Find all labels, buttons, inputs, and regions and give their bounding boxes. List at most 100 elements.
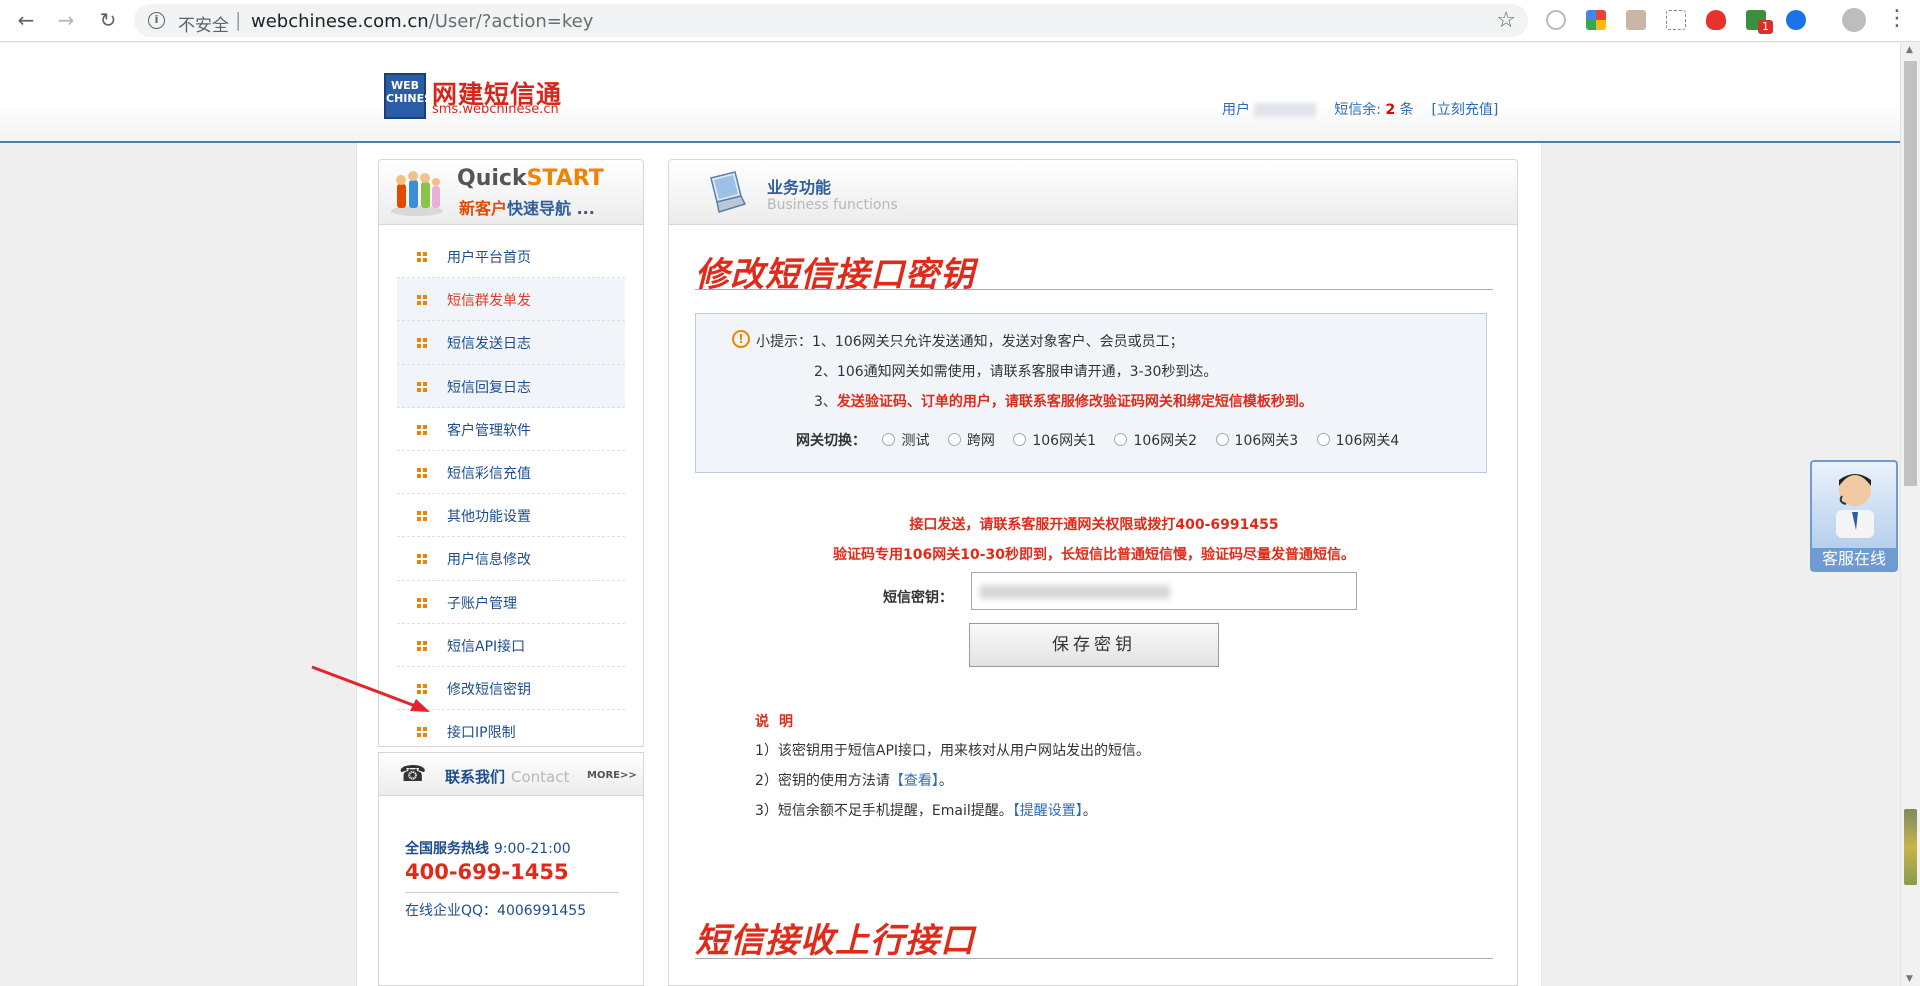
sidebar: QuickSTART 新客户快速导航 ... 用户平台首页 短信群发单发 短信发送日… (378, 159, 644, 986)
gateway-option-106-1[interactable]: 106网关1 (1013, 433, 1096, 449)
bullet-icon (417, 640, 427, 651)
sidebar-item[interactable]: 短信群发单发 (397, 278, 625, 322)
bullet-icon (417, 467, 427, 478)
radio-icon[interactable] (1316, 433, 1330, 446)
quickstart-title: QuickSTART (457, 166, 604, 191)
contact-more-link[interactable]: MORE>> (587, 770, 637, 781)
gateway-option-test[interactable]: 测试 (882, 433, 929, 449)
sidebar-item-label: 短信回复日志 (447, 379, 531, 396)
page-scrollbar[interactable]: ▲ ▼ (1900, 43, 1920, 986)
site-logo[interactable]: WEB CHINESE 网建短信通 sms.webchinese.cn (384, 73, 569, 119)
reload-icon[interactable]: ↻ (96, 8, 120, 32)
radio-icon[interactable] (882, 433, 896, 446)
bookmark-star-icon[interactable]: ☆ (1496, 8, 1516, 33)
description-line-1: 1）该密钥用于短信API接口，用来核对从用户网站发出的短信。 (755, 743, 1151, 759)
hotline-number: 400-699-1455 (405, 860, 569, 884)
online-service-label: 客服在线 (1812, 548, 1896, 570)
sidebar-item[interactable]: 短信彩信充值 (397, 451, 625, 495)
bullet-icon (417, 554, 427, 565)
bullet-icon (417, 295, 427, 306)
sidebar-item[interactable]: 用户平台首页 (397, 235, 625, 279)
side-widget-icon[interactable] (1904, 809, 1917, 885)
scroll-down-icon[interactable]: ▼ (1906, 974, 1913, 984)
sidebar-item[interactable]: 子账户管理 (397, 581, 625, 624)
sidebar-item-label: 客户管理软件 (447, 422, 531, 439)
contact-title: 联系我们 Contact (445, 768, 570, 786)
key-value-blurred (980, 585, 1170, 599)
profile-avatar-icon[interactable] (1842, 8, 1866, 32)
save-key-button[interactable]: 保存密钥 (969, 623, 1219, 667)
sidebar-item-label: 短信彩信充值 (447, 465, 531, 482)
sms-label: 短信余: (1334, 102, 1381, 118)
sms-count: 2 (1385, 102, 1396, 118)
info-icon[interactable]: i (148, 12, 165, 29)
section-rule (695, 958, 1493, 959)
sidebar-item-label: 短信群发单发 (447, 293, 531, 310)
sidebar-item-label: 子账户管理 (447, 595, 517, 612)
bullet-icon (417, 338, 427, 349)
gateway-option-cross[interactable]: 跨网 (947, 433, 995, 449)
key-input[interactable] (971, 572, 1357, 610)
insecure-label: 不安全 (178, 16, 229, 36)
divider (405, 892, 619, 893)
sidebar-item-label: 短信发送日志 (447, 336, 531, 353)
sidebar-item[interactable]: 其他功能设置 (397, 494, 625, 538)
service-agent-avatar (1836, 474, 1874, 538)
logo-en-text: sms.webchinese.cn (432, 102, 559, 117)
reminder-settings-link[interactable]: 【提醒设置】 (1013, 803, 1083, 819)
tip-line-3: 3、发送验证码、订单的用户，请联系客服修改验证码网关和绑定短信模板秒到。 (814, 394, 1313, 410)
sitemap-extension-icon[interactable] (1666, 10, 1686, 30)
sidebar-item[interactable]: 客户管理软件 (397, 408, 625, 451)
url-text[interactable]: webchinese.com.cn/User/?action=key (251, 11, 593, 32)
sidebar-item[interactable]: 短信API接口 (397, 624, 625, 667)
sidebar-item[interactable]: 短信发送日志 (397, 321, 625, 365)
contact-body: 全国服务热线 9:00-21:00 400-699-1455 在线企业QQ：40… (378, 796, 644, 986)
tip-line-2: 2、106通知网关如需使用，请联系客服申请开通，3-30秒到达。 (814, 364, 1218, 380)
online-service-widget[interactable]: 客服在线 (1810, 460, 1898, 572)
sidebar-item-label: 短信API接口 (447, 638, 526, 655)
view-link[interactable]: 【查看】 (890, 773, 939, 789)
red-arrow-annotation (311, 665, 430, 712)
sidebar-item[interactable]: 接口IP限制 (397, 710, 625, 754)
hotline-label: 全国服务热线 9:00-21:00 (405, 841, 571, 857)
heart-extension-icon[interactable] (1706, 10, 1726, 30)
sms-unit: 条 (1399, 102, 1414, 118)
bullet-icon (417, 424, 427, 435)
menu-kebab-icon[interactable]: ⋮ (1886, 6, 1908, 31)
radio-icon[interactable] (1215, 433, 1229, 446)
sidebar-item-label: 接口IP限制 (447, 725, 516, 742)
gateway-option-106-4[interactable]: 106网关4 (1316, 433, 1399, 449)
google-extension-icon[interactable] (1586, 10, 1606, 30)
radio-icon[interactable] (1114, 433, 1128, 446)
scroll-up-icon[interactable]: ▲ (1906, 45, 1913, 55)
pdf-extension-icon[interactable] (1626, 10, 1646, 30)
radio-icon[interactable] (1013, 433, 1027, 446)
gateway-option-106-2[interactable]: 106网关2 (1114, 433, 1197, 449)
speed-dial-icon[interactable] (1546, 10, 1566, 30)
scrollbar-thumb[interactable] (1904, 61, 1917, 486)
sidebar-item[interactable]: 用户信息修改 (397, 537, 625, 581)
warning-icon: ! (732, 330, 750, 348)
recharge-link[interactable]: [立刻充值] (1431, 102, 1498, 118)
sidebar-item-label: 用户信息修改 (447, 552, 531, 569)
back-icon[interactable]: ← (14, 8, 38, 32)
gateway-option-106-3[interactable]: 106网关3 (1215, 433, 1298, 449)
quickstart-figures-icon (391, 171, 443, 216)
qq-contact[interactable]: 在线企业QQ：4006991455 (405, 900, 586, 920)
quickstart-subtitle: 新客户快速导航 ... (459, 199, 595, 218)
blue-extension-icon[interactable] (1786, 10, 1806, 30)
user-label: 用户 (1222, 102, 1250, 118)
bullet-icon (417, 597, 427, 608)
sidebar-item-label: 修改短信密钥 (447, 681, 531, 698)
bullet-icon (417, 727, 427, 738)
forward-icon[interactable]: → (54, 8, 78, 32)
description-line-2: 2）密钥的使用方法请【查看】。 (755, 773, 953, 789)
site-header: WEB CHINESE 网建短信通 sms.webchinese.cn 用户 短… (0, 43, 1900, 143)
sidebar-item-label: 用户平台首页 (447, 250, 531, 266)
notice-line-1: 接口发送，请联系客服开通网关权限或拨打400-6991455 (909, 517, 1279, 533)
extension-badge: 1 (1758, 20, 1773, 34)
sidebar-item[interactable]: 短信回复日志 (397, 364, 625, 408)
telephone-icon: ☎ (399, 762, 427, 787)
address-bar[interactable]: i 不安全 | webchinese.com.cn/User/?action=k… (134, 4, 1528, 37)
radio-icon[interactable] (947, 433, 961, 446)
